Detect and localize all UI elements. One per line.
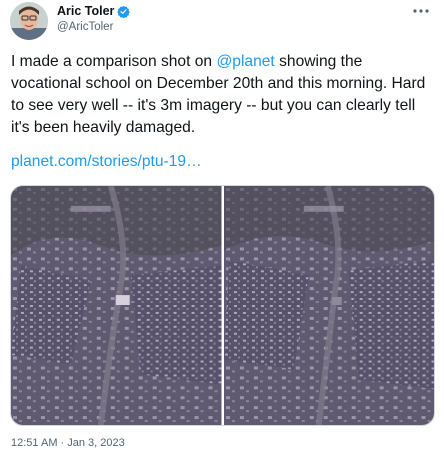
media-container[interactable] — [10, 185, 435, 426]
tweet-text-part: I made a comparison shot on — [11, 53, 217, 70]
satellite-image-before[interactable] — [11, 186, 222, 425]
satellite-image-after[interactable] — [223, 186, 435, 425]
tweet-text: I made a comparison shot on @planet show… — [11, 51, 435, 139]
more-options-icon[interactable] — [410, 4, 432, 18]
tweet-timestamp[interactable]: 12:51 AM · Jan 3, 2023 — [11, 437, 125, 449]
author-name-row: Aric Toler — [57, 4, 131, 18]
mention-link[interactable]: @planet — [216, 53, 274, 70]
article-link[interactable]: planet.com/stories/ptu-19… — [11, 153, 202, 170]
link-line: planet.com/stories/ptu-19… — [11, 151, 202, 173]
author-handle[interactable]: @AricToler — [57, 21, 113, 33]
author-name[interactable]: Aric Toler — [57, 4, 114, 18]
avatar[interactable] — [10, 2, 48, 40]
avatar-image — [10, 2, 48, 40]
verified-badge-icon — [117, 5, 131, 18]
